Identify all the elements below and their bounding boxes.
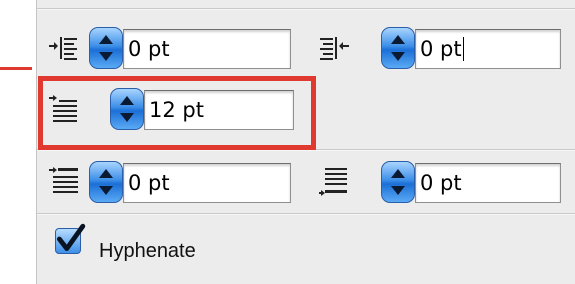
space-before-stepper[interactable] xyxy=(89,161,123,203)
decrement-arrow-icon[interactable] xyxy=(391,52,405,61)
hyphenate-checkbox[interactable] xyxy=(55,223,86,254)
increment-arrow-icon[interactable] xyxy=(99,169,113,178)
annotation-leader-line xyxy=(0,67,32,70)
right-indent-value: 0 pt xyxy=(420,37,462,61)
right-indent-field[interactable]: 0 pt xyxy=(415,29,561,69)
space-after-stepper[interactable] xyxy=(381,161,415,203)
space-before-icon xyxy=(49,167,78,193)
decrement-arrow-icon[interactable] xyxy=(99,52,113,61)
decrement-arrow-icon[interactable] xyxy=(391,186,405,195)
checkmark-icon xyxy=(56,223,86,251)
left-indent-stepper[interactable] xyxy=(89,27,123,69)
text-caret xyxy=(462,37,464,61)
increment-arrow-icon[interactable] xyxy=(99,35,113,44)
divider-highlight xyxy=(37,150,575,151)
increment-arrow-icon[interactable] xyxy=(391,169,405,178)
space-after-field[interactable]: 0 pt xyxy=(415,163,561,203)
divider-highlight xyxy=(37,214,575,215)
annotation-highlight-box xyxy=(38,76,316,150)
space-after-icon xyxy=(319,168,347,196)
indent-right-icon xyxy=(320,37,349,60)
decrement-arrow-icon[interactable] xyxy=(99,186,113,195)
indent-left-icon xyxy=(49,37,77,60)
hyphenate-label[interactable]: Hyphenate xyxy=(99,240,196,263)
space-before-field[interactable]: 0 pt xyxy=(123,163,291,203)
right-indent-stepper[interactable] xyxy=(381,27,415,69)
divider-highlight xyxy=(37,9,575,10)
left-indent-field[interactable]: 0 pt xyxy=(123,29,291,69)
increment-arrow-icon[interactable] xyxy=(391,35,405,44)
